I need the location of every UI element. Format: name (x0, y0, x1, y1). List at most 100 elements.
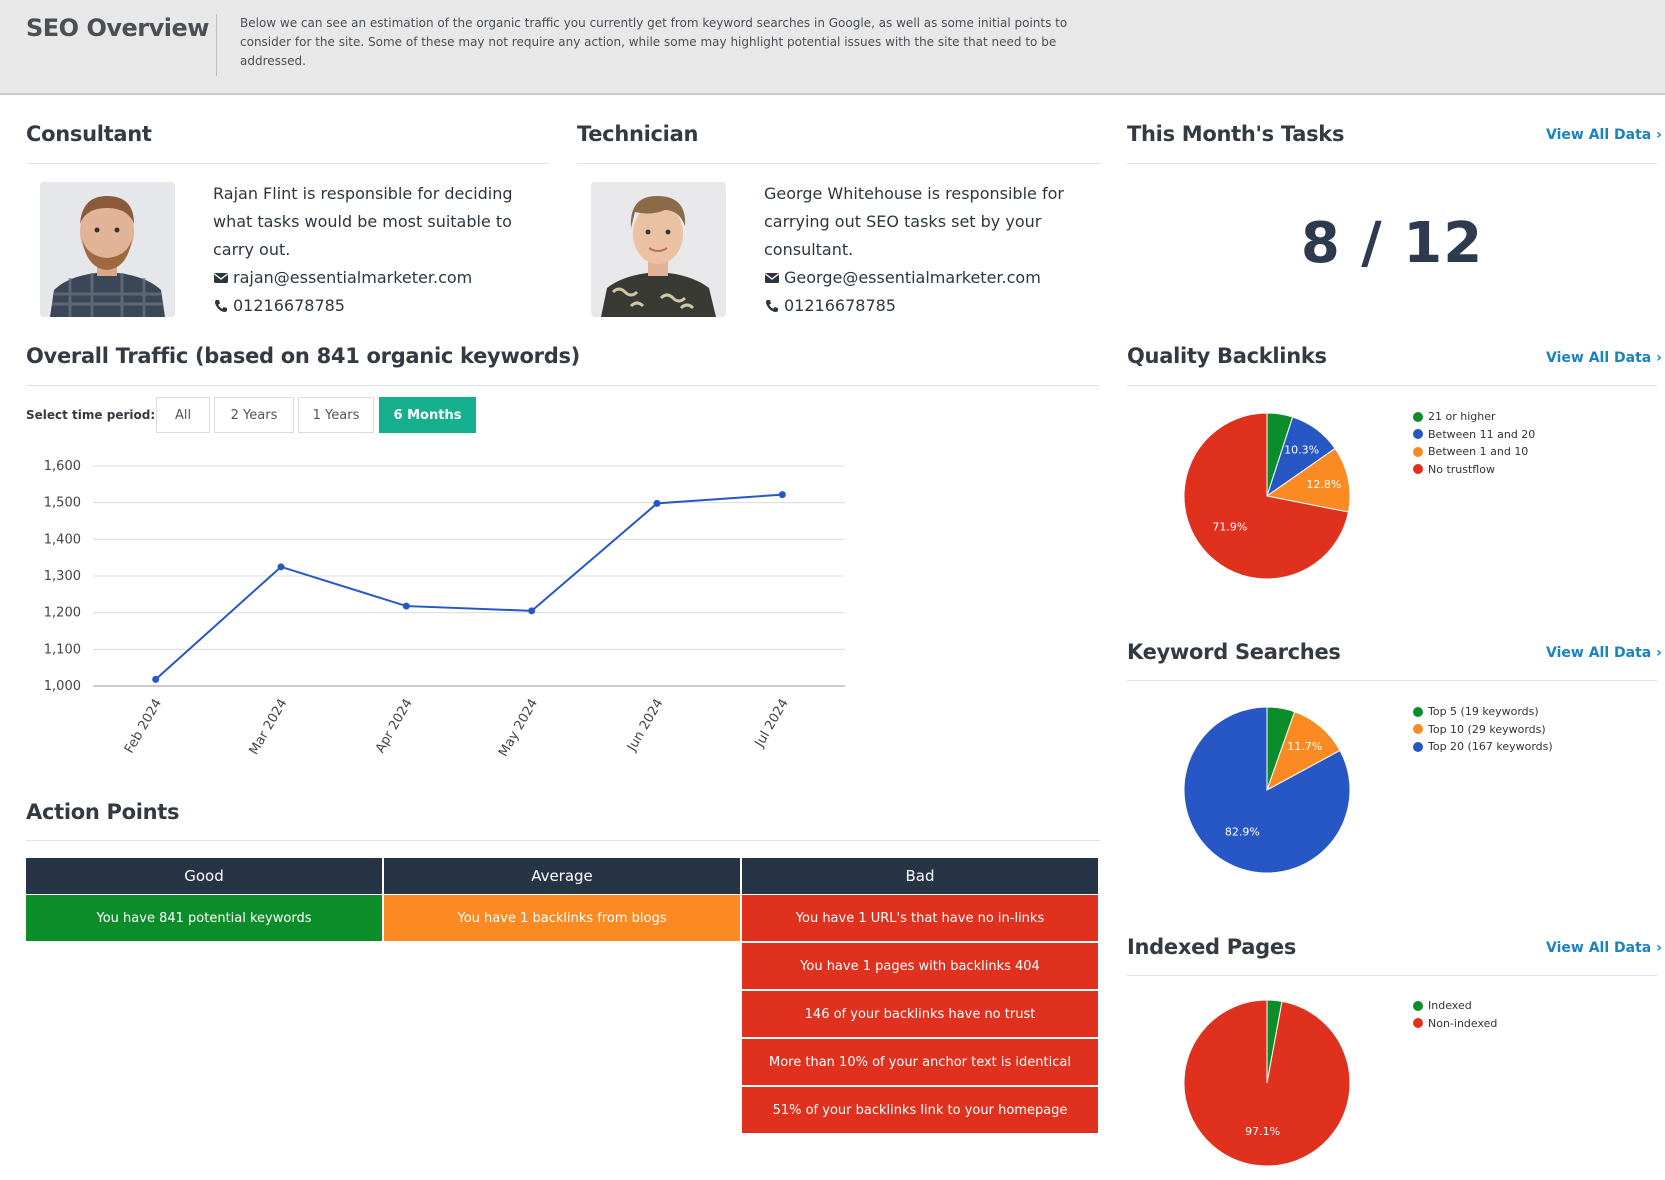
y-tick-label: 1,300 (44, 569, 81, 584)
consultant-rule (26, 163, 549, 164)
consultant-avatar (40, 182, 175, 317)
legend-swatch (1413, 724, 1423, 735)
legend-swatch (1413, 429, 1423, 440)
data-point[interactable] (152, 675, 160, 683)
x-tick-label: Apr 2024 (373, 697, 416, 756)
chevron-right-icon: › (1656, 645, 1662, 661)
action-point-bad: 146 of your backlinks have no trust (742, 991, 1098, 1037)
column-header-bad: Bad (742, 858, 1098, 894)
legend-item[interactable]: Indexed (1413, 997, 1497, 1015)
legend-swatch (1413, 706, 1423, 717)
technician-avatar (591, 182, 726, 317)
indexed-pages-pie-chart: 97.1% (1183, 999, 1351, 1167)
legend-label: No trustflow (1428, 462, 1495, 476)
view-all-label: View All Data (1546, 645, 1652, 661)
legend-label: Between 11 and 20 (1428, 427, 1536, 441)
legend-item[interactable]: Top 5 (19 keywords) (1413, 703, 1553, 721)
data-point[interactable] (778, 491, 786, 499)
chevron-right-icon: › (1656, 127, 1662, 143)
x-tick-label: May 2024 (496, 697, 541, 760)
legend-item[interactable]: Between 1 and 10 (1413, 443, 1535, 461)
technician-description-line: consultant. (764, 240, 854, 259)
consultant-description-line: what tasks would be most suitable to (213, 212, 512, 231)
phone-icon (214, 300, 227, 313)
x-tick-label: Jun 2024 (624, 697, 666, 755)
legend-label: Top 5 (19 keywords) (1428, 705, 1539, 719)
period-button-1-years[interactable]: 1 Years (298, 397, 374, 433)
legend-label: Top 20 (167 keywords) (1428, 740, 1553, 754)
data-point[interactable] (277, 563, 285, 571)
technician-email-row[interactable]: George@essentialmarketer.com (764, 264, 1064, 292)
x-tick-label: Feb 2024 (122, 697, 165, 757)
slice-label: 71.9% (1212, 521, 1247, 534)
slice-label: 11.7% (1287, 740, 1322, 753)
legend-label: Top 10 (29 keywords) (1428, 722, 1546, 736)
quality-backlinks-rule (1127, 385, 1657, 386)
keyword-searches-pie-chart: 11.7% 82.9% (1183, 706, 1351, 874)
quality-backlinks-legend: 21 or higher Between 11 and 20 Between 1 a… (1413, 408, 1535, 478)
legend-swatch (1413, 1018, 1423, 1029)
x-tick-label: Mar 2024 (247, 697, 291, 758)
traffic-rule (26, 385, 1100, 386)
technician-description-line: carrying out SEO tasks set by your (764, 212, 1042, 231)
period-button-2-years[interactable]: 2 Years (214, 397, 294, 433)
view-all-label: View All Data (1546, 350, 1652, 366)
indexed-pages-view-all-link[interactable]: View All Data › (1546, 940, 1662, 956)
legend-swatch (1413, 1000, 1423, 1011)
action-point-bad: You have 1 URL's that have no in-links (742, 895, 1098, 941)
consultant-email-row[interactable]: rajan@essentialmarketer.com (213, 264, 513, 292)
consultant-phone-row[interactable]: 01216678785 (213, 292, 513, 320)
legend-item[interactable]: No trustflow (1413, 461, 1535, 479)
tasks-view-all-link[interactable]: View All Data › (1546, 127, 1662, 143)
quality-backlinks-pie-chart: 10.3% 12.8% 71.9% (1183, 412, 1351, 580)
action-point-average: You have 1 backlinks from blogs (384, 895, 740, 941)
legend-item[interactable]: Non-indexed (1413, 1015, 1497, 1033)
consultant-email[interactable]: rajan@essentialmarketer.com (233, 268, 472, 287)
view-all-label: View All Data (1546, 940, 1652, 956)
data-point[interactable] (528, 607, 536, 615)
technician-phone[interactable]: 01216678785 (784, 296, 896, 315)
keyword-searches-rule (1127, 680, 1657, 681)
y-tick-label: 1,000 (44, 679, 81, 694)
tasks-rule (1127, 163, 1657, 164)
pie-slice[interactable] (1183, 999, 1351, 1167)
consultant-description-line: carry out. (213, 240, 291, 259)
technician-phone-row[interactable]: 01216678785 (764, 292, 1064, 320)
keyword-searches-view-all-link[interactable]: View All Data › (1546, 645, 1662, 661)
slice-label: 97.1% (1245, 1125, 1280, 1138)
chevron-right-icon: › (1656, 350, 1662, 366)
legend-item[interactable]: Top 20 (167 keywords) (1413, 738, 1553, 756)
action-points-heading: Action Points (26, 800, 180, 824)
chevron-right-icon: › (1656, 940, 1662, 956)
period-button-6-months[interactable]: 6 Months (379, 397, 476, 433)
envelope-icon (214, 273, 228, 283)
slice-label: 10.3% (1284, 443, 1319, 456)
traffic-line-chart: 1,000 1,100 1,200 1,300 1,400 1,500 1,600 Feb 2… (44, 459, 845, 760)
action-point-bad: 51% of your backlinks link to your homep… (742, 1087, 1098, 1133)
legend-item[interactable]: Between 11 and 20 (1413, 426, 1535, 444)
y-tick-label: 1,500 (44, 496, 81, 511)
period-label: Select time period: (26, 408, 156, 422)
legend-swatch (1413, 464, 1423, 475)
data-point[interactable] (402, 602, 410, 610)
technician-rule (577, 163, 1100, 164)
consultant-phone[interactable]: 01216678785 (233, 296, 345, 315)
technician-description-line: George Whitehouse is responsible for (764, 184, 1064, 203)
quality-backlinks-heading: Quality Backlinks (1127, 344, 1327, 368)
legend-item[interactable]: 21 or higher (1413, 408, 1535, 426)
legend-label: Indexed (1428, 999, 1472, 1013)
data-point[interactable] (653, 499, 661, 507)
consultant-description-line: Rajan Flint is responsible for deciding (213, 184, 513, 203)
traffic-series-line (154, 493, 783, 681)
quality-backlinks-view-all-link[interactable]: View All Data › (1546, 350, 1662, 366)
indexed-pages-legend: Indexed Non-indexed (1413, 997, 1497, 1032)
page-header: SEO Overview Below we can see an estimat… (0, 0, 1665, 95)
legend-label: Between 1 and 10 (1428, 445, 1529, 459)
technician-email[interactable]: George@essentialmarketer.com (784, 268, 1041, 287)
column-header-average: Average (384, 858, 740, 894)
legend-item[interactable]: Top 10 (29 keywords) (1413, 721, 1553, 739)
envelope-icon (765, 273, 779, 283)
technician-info: George Whitehouse is responsible for car… (764, 180, 1064, 320)
period-button-all[interactable]: All (156, 397, 210, 433)
tasks-counter: 8 / 12 (1300, 211, 1484, 276)
